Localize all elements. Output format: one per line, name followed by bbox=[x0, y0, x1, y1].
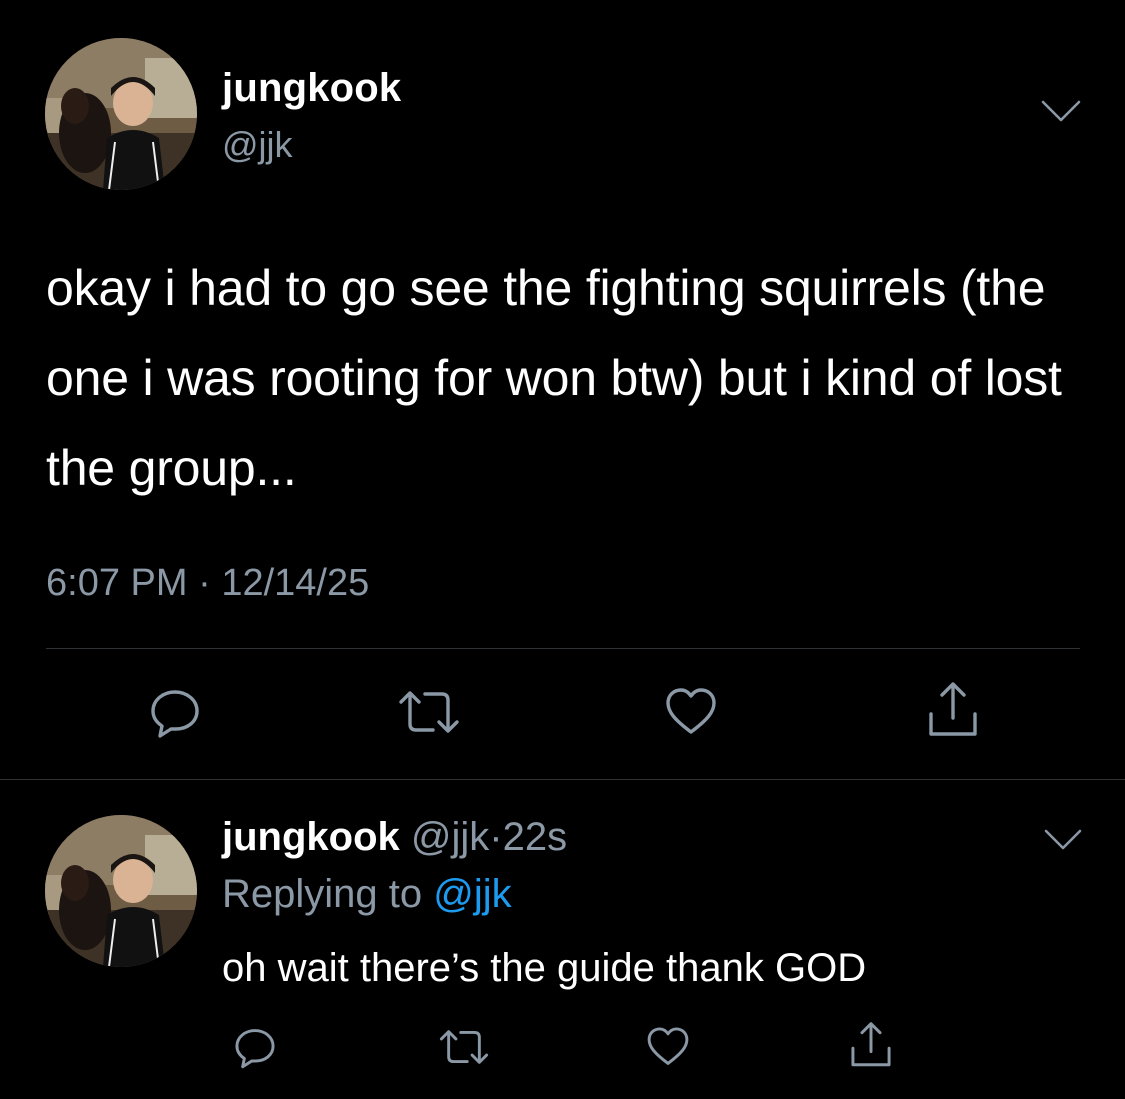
reply-bubble-icon[interactable] bbox=[232, 1024, 278, 1070]
heart-outline-icon[interactable] bbox=[663, 684, 719, 740]
meta-separator: · bbox=[198, 562, 211, 604]
tweet-date: 12/14/25 bbox=[221, 562, 370, 604]
tweet-age: 22s bbox=[502, 815, 568, 859]
replying-handle-link[interactable]: @jjk bbox=[433, 872, 511, 916]
divider bbox=[46, 648, 1080, 649]
share-upload-icon[interactable] bbox=[925, 680, 981, 740]
display-name[interactable]: jungkook bbox=[222, 815, 400, 859]
avatar[interactable] bbox=[45, 815, 197, 967]
retweet-arrows-icon[interactable] bbox=[437, 1026, 491, 1068]
share-upload-icon[interactable] bbox=[848, 1020, 894, 1070]
avatar-photo bbox=[45, 38, 197, 190]
retweet-arrows-icon[interactable] bbox=[397, 686, 461, 738]
tweet-text: okay i had to go see the fighting squirr… bbox=[46, 260, 1062, 496]
meta-separator: · bbox=[489, 815, 503, 859]
reply-bubble-icon[interactable] bbox=[147, 684, 203, 740]
section-divider bbox=[0, 779, 1125, 780]
tweet-time: 6:07 PM bbox=[46, 562, 188, 604]
avatar-photo bbox=[45, 815, 197, 967]
tweet-thread: jungkook @jjk okay i had to go see the f… bbox=[0, 0, 1125, 1099]
heart-outline-icon[interactable] bbox=[645, 1024, 691, 1070]
chevron-down-icon[interactable] bbox=[1040, 98, 1082, 124]
avatar[interactable] bbox=[45, 38, 197, 190]
user-handle[interactable]: @jjk bbox=[411, 815, 489, 859]
display-name[interactable]: jungkook bbox=[222, 66, 401, 111]
tweet-timestamp: 6:07 PM · 12/14/25 bbox=[46, 562, 369, 605]
chevron-down-icon[interactable] bbox=[1043, 828, 1083, 852]
replying-to: Replying to @jjk bbox=[222, 872, 512, 917]
reply-header: jungkook @jjk·22s bbox=[222, 815, 567, 860]
tweet-text: oh wait there’s the guide thank GOD bbox=[222, 946, 867, 990]
replying-prefix: Replying to bbox=[222, 872, 423, 916]
user-handle[interactable]: @jjk bbox=[222, 124, 293, 166]
